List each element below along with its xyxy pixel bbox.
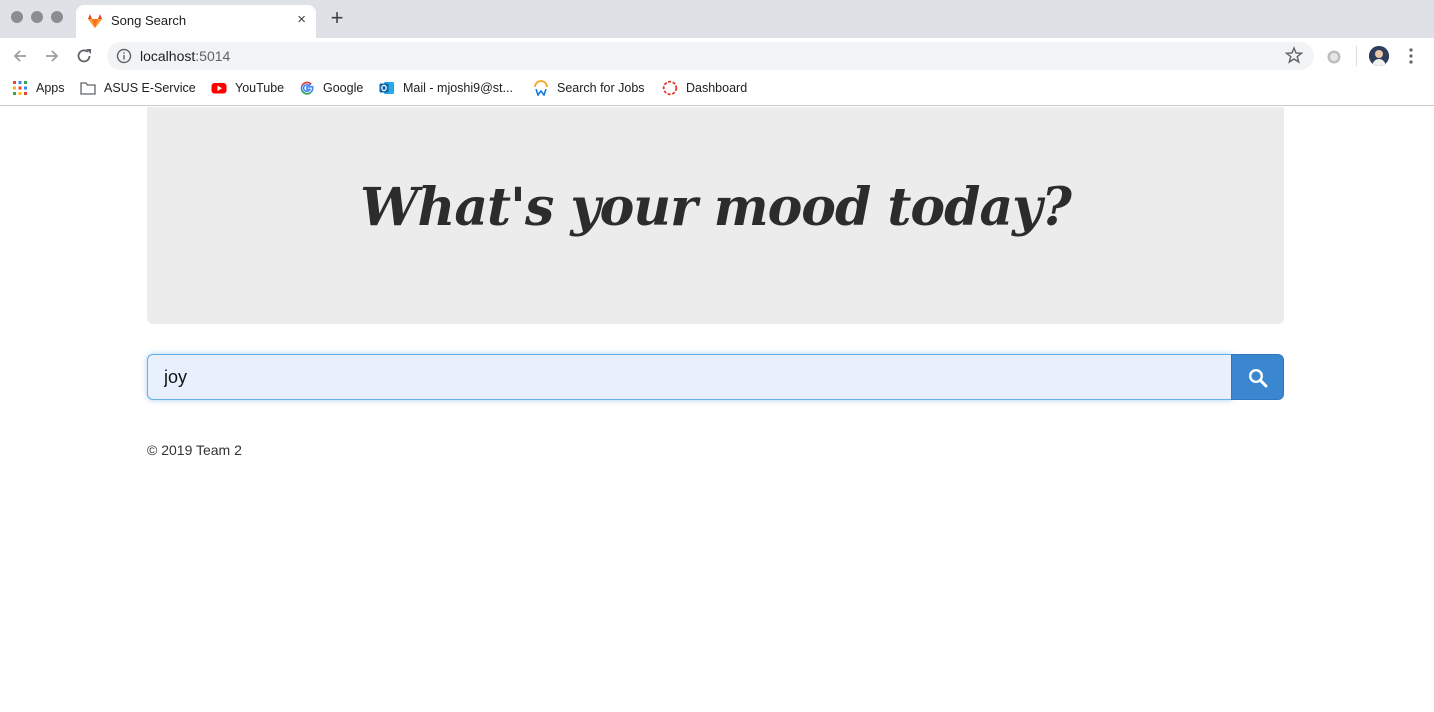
- search-input[interactable]: [147, 354, 1232, 400]
- toolbar-divider: [1356, 46, 1357, 66]
- forward-arrow-icon[interactable]: [42, 46, 62, 66]
- extension-icon[interactable]: [1326, 49, 1342, 65]
- tab-close-icon[interactable]: ×: [297, 12, 306, 28]
- bookmarks-bar: Apps ASUS E-Service YouTube Google Mail …: [0, 74, 1434, 106]
- youtube-icon: [211, 83, 227, 94]
- search-form: [147, 354, 1284, 400]
- back-arrow-icon[interactable]: [10, 46, 30, 66]
- folder-icon: [80, 82, 96, 95]
- tab-title: Song Search: [111, 13, 187, 28]
- workday-icon: [534, 80, 548, 96]
- info-icon[interactable]: [116, 48, 132, 64]
- window-zoom-button[interactable]: [51, 11, 63, 23]
- gitlab-fox-icon: [88, 14, 102, 28]
- apps-grid-icon: [13, 81, 27, 95]
- bookmark-label: Google: [323, 81, 364, 95]
- google-icon: [300, 81, 314, 95]
- address-url: localhost:5014: [140, 48, 230, 64]
- window-close-button[interactable]: [11, 11, 23, 23]
- footer-copyright: © 2019 Team 2: [147, 442, 242, 458]
- reload-icon[interactable]: [74, 46, 94, 66]
- url-port: :5014: [195, 48, 231, 64]
- bookmark-label: Mail - mjoshi9@st...: [403, 81, 513, 95]
- search-button[interactable]: [1231, 354, 1284, 400]
- bookmark-label: Apps: [36, 81, 65, 95]
- browser-toolbar: localhost:5014: [0, 38, 1434, 74]
- dashboard-icon: [662, 80, 678, 96]
- avatar-image-icon: [1369, 46, 1389, 66]
- new-tab-button[interactable]: +: [327, 7, 347, 29]
- hero-jumbotron: What's your mood today?: [147, 107, 1284, 324]
- address-bar[interactable]: localhost:5014: [107, 42, 1314, 70]
- kebab-menu-icon[interactable]: [1403, 47, 1419, 65]
- bookmark-label: YouTube: [235, 81, 285, 95]
- page-headline: What's your mood today?: [360, 177, 1072, 238]
- profile-avatar[interactable]: [1369, 46, 1389, 66]
- outlook-icon: [379, 82, 394, 94]
- window-minimize-button[interactable]: [31, 11, 43, 23]
- search-icon: [1248, 368, 1268, 388]
- browser-tab-strip: Song Search × +: [0, 0, 1434, 38]
- bookmark-label: ASUS E-Service: [104, 81, 196, 95]
- bookmark-label: Search for Jobs: [557, 81, 645, 95]
- bookmark-star-icon[interactable]: [1285, 46, 1303, 64]
- bookmark-label: Dashboard: [686, 81, 748, 95]
- url-host: localhost: [140, 48, 196, 64]
- browser-tab-active[interactable]: Song Search ×: [76, 5, 316, 38]
